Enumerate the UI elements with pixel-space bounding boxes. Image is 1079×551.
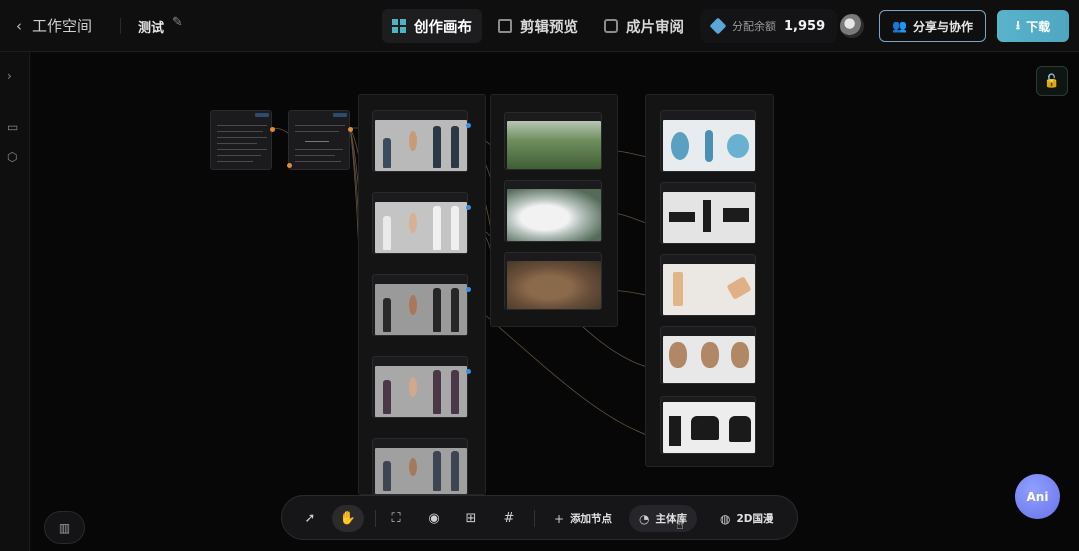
preview-button[interactable]: ◉ bbox=[422, 505, 446, 532]
prop-image bbox=[663, 192, 755, 243]
users-icon: 👥 bbox=[892, 19, 907, 33]
character-sheet-image bbox=[375, 284, 467, 335]
credits-value: 1,959 bbox=[784, 18, 826, 34]
node-tag bbox=[255, 113, 269, 117]
cursor-arrow-icon: ➚ bbox=[304, 511, 316, 526]
image-node[interactable] bbox=[372, 110, 471, 172]
tab-label: 成片审阅 bbox=[626, 19, 684, 36]
eye-icon: ◉ bbox=[428, 511, 440, 526]
assistant-label: Ani bbox=[1026, 489, 1049, 504]
horse-image bbox=[663, 402, 755, 453]
plus-icon: + bbox=[554, 511, 565, 526]
lock-icon[interactable]: 🔓 bbox=[1036, 66, 1068, 96]
tab-label: 创作画布 bbox=[414, 19, 472, 36]
character-sheet-image bbox=[375, 448, 467, 494]
image-node[interactable] bbox=[372, 192, 471, 254]
output-port[interactable] bbox=[270, 127, 275, 132]
image-node[interactable] bbox=[660, 182, 756, 244]
image-node[interactable] bbox=[660, 254, 756, 316]
village-scene-image bbox=[507, 261, 601, 309]
character-sheet-image bbox=[375, 120, 467, 171]
hash-icon: # bbox=[503, 511, 515, 526]
tab-edit-preview[interactable]: 剪辑预览 bbox=[488, 9, 588, 43]
output-port[interactable] bbox=[466, 287, 471, 292]
mode-tabs: 创作画布 剪辑预览 成片审阅 bbox=[382, 9, 694, 43]
diamond-icon bbox=[709, 17, 727, 35]
avatar[interactable] bbox=[840, 14, 864, 38]
library-icon: ◔ bbox=[639, 511, 650, 526]
cube-icon[interactable]: ⬡ bbox=[7, 150, 17, 164]
add-node-button[interactable]: + 添加节点 bbox=[544, 505, 622, 532]
cloud-scene-image bbox=[507, 189, 601, 241]
snap-grid-button[interactable]: # bbox=[497, 505, 521, 532]
input-port[interactable] bbox=[287, 163, 292, 168]
node-tag bbox=[333, 113, 347, 117]
panel-icon[interactable]: ▭ bbox=[7, 120, 18, 134]
head-sketch-image bbox=[663, 336, 755, 383]
grid-icon bbox=[392, 19, 406, 33]
chevron-right-icon[interactable]: › bbox=[7, 69, 12, 83]
tab-final-review[interactable]: 成片审阅 bbox=[594, 9, 694, 43]
grid-icon: ⊞ bbox=[465, 511, 477, 526]
prop-image bbox=[663, 264, 755, 315]
image-node[interactable] bbox=[504, 180, 602, 242]
left-rail: › ▭ ⬡ bbox=[0, 52, 30, 551]
character-sheet-image bbox=[375, 366, 467, 417]
select-tool[interactable]: ➚ bbox=[298, 505, 322, 532]
image-node[interactable] bbox=[504, 112, 602, 170]
share-label: 分享与协作 bbox=[912, 19, 973, 34]
output-port[interactable] bbox=[466, 369, 471, 374]
download-label: 下载 bbox=[1026, 19, 1051, 34]
credits-label: 分配余额 bbox=[732, 20, 776, 33]
tab-canvas[interactable]: 创作画布 bbox=[382, 9, 482, 43]
output-port[interactable] bbox=[466, 205, 471, 210]
image-node[interactable] bbox=[660, 110, 756, 172]
pencil-icon[interactable]: ✎ bbox=[172, 15, 183, 30]
minimap-button[interactable]: ▥ bbox=[44, 511, 85, 544]
character-sheet-image bbox=[375, 202, 467, 253]
palette-icon: ◍ bbox=[720, 511, 731, 526]
image-node[interactable] bbox=[372, 356, 471, 418]
style-button[interactable]: ◍ 2D国漫 bbox=[710, 505, 784, 532]
image-node[interactable] bbox=[372, 438, 468, 495]
image-node[interactable] bbox=[660, 396, 756, 454]
add-node-label: 添加节点 bbox=[570, 513, 613, 525]
output-port[interactable] bbox=[466, 123, 471, 128]
top-bar: ‹ 工作空间 测试 ✎ 创作画布 剪辑预览 成片审阅 分配余额 1,959 👥 分… bbox=[0, 0, 1079, 52]
image-node[interactable] bbox=[372, 274, 471, 336]
subject-library-button[interactable]: ◔ 主体库 bbox=[629, 505, 697, 532]
map-icon: ▥ bbox=[58, 520, 71, 535]
tab-label: 剪辑预览 bbox=[520, 19, 578, 36]
fullscreen-icon: ⛶ bbox=[391, 511, 401, 526]
hand-pointer-icon: ☝ bbox=[676, 518, 684, 533]
back-to-workspace-link[interactable]: ‹ 工作空间 bbox=[16, 15, 92, 36]
back-label: 工作空间 bbox=[32, 17, 93, 35]
download-icon: ⭳ bbox=[1015, 17, 1021, 32]
assistant-button[interactable]: Ani bbox=[1015, 474, 1060, 519]
prop-image bbox=[663, 120, 755, 171]
canvas-toolbar: ➚ ✋ ⛶ ◉ ⊞ # + 添加节点 ◔ 主体库 ◍ 2D国漫 bbox=[281, 495, 798, 540]
forest-scene-image bbox=[507, 121, 601, 169]
chevron-left-icon: ‹ bbox=[16, 17, 22, 35]
clapper-icon bbox=[498, 19, 512, 33]
hand-tool[interactable]: ✋ bbox=[332, 505, 364, 532]
share-collaborate-button[interactable]: 👥 分享与协作 bbox=[879, 10, 986, 42]
text-node[interactable] bbox=[287, 110, 353, 170]
download-button[interactable]: ⭳ 下载 bbox=[997, 10, 1069, 42]
image-node[interactable] bbox=[504, 252, 602, 310]
output-port[interactable] bbox=[348, 127, 353, 132]
screen-icon bbox=[604, 19, 618, 33]
fit-view-button[interactable]: ⛶ bbox=[384, 505, 408, 532]
divider bbox=[120, 18, 121, 34]
hand-icon: ✋ bbox=[339, 511, 357, 526]
layout-grid-button[interactable]: ⊞ bbox=[459, 505, 483, 532]
style-label: 2D国漫 bbox=[736, 513, 774, 525]
text-node[interactable] bbox=[210, 110, 275, 170]
image-node[interactable] bbox=[660, 326, 756, 384]
credits-badge[interactable]: 分配余额 1,959 bbox=[700, 9, 838, 43]
project-name[interactable]: 测试 bbox=[138, 17, 164, 36]
